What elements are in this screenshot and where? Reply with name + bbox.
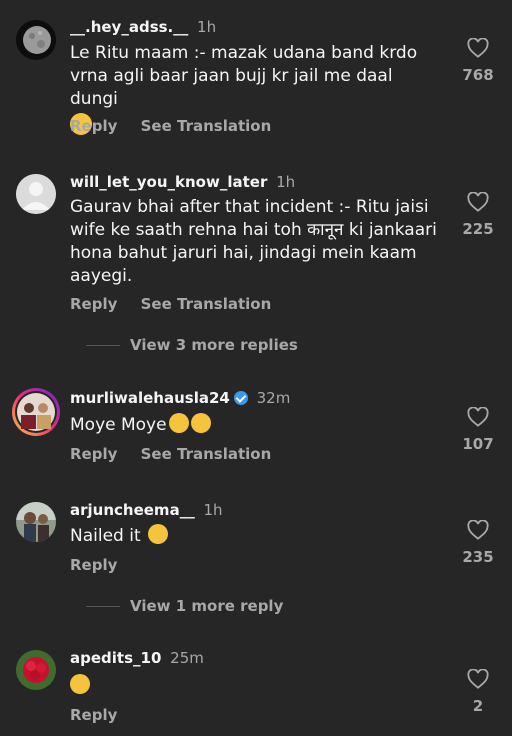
tears-of-joy-icon [70,674,90,694]
comment-header: apedits_10 25m [70,649,204,667]
moon-avatar[interactable] [16,20,56,60]
timestamp: 32m [256,389,291,407]
like-control: 2 [458,669,498,715]
story-ring-avatar[interactable] [12,388,60,436]
reply-button[interactable]: Reply [70,706,117,724]
reply-button[interactable]: Reply [70,445,117,463]
comment-item: arjuncheema__ 1h Nailed it Reply 235 Vie… [0,490,512,620]
comment-actions: Reply [70,556,135,574]
comment-item: will_let_you_know_later 1h Gaurav bhai a… [0,150,512,360]
crying-face-icon [190,413,211,433]
comment-header: murliwalehausla24 32m [70,389,290,407]
like-count: 235 [462,548,494,566]
comment-header: __.hey_adss.__ 1h [70,18,216,36]
reply-button[interactable]: Reply [70,117,117,135]
timestamp: 1h [276,173,296,191]
heart-icon[interactable] [467,669,489,689]
heart-icon[interactable] [467,38,489,58]
like-control: 107 [458,407,498,453]
comment-item: apedits_10 25m Reply 2 [0,640,512,736]
heart-icon[interactable] [467,192,489,212]
comment-actions: Reply See Translation [70,117,289,135]
username[interactable]: __.hey_adss.__ [70,18,188,36]
see-translation-button[interactable]: See Translation [141,117,272,135]
username[interactable]: apedits_10 [70,649,161,667]
comment-text: Moye Moye [70,413,440,437]
timestamp: 25m [170,649,204,667]
heart-icon[interactable] [467,407,489,427]
comment-actions: Reply See Translation [70,445,289,463]
tears-of-joy-icon [168,413,189,433]
like-count: 225 [462,220,494,238]
like-count: 768 [462,66,494,84]
like-control: 225 [458,192,498,238]
comment-actions: Reply See Translation [70,295,289,313]
divider-line [86,345,120,346]
reply-button[interactable]: Reply [70,556,117,574]
comment-item: __.hey_adss.__ 1h Le Ritu maam :- mazak … [0,0,512,150]
reply-button[interactable]: Reply [70,295,117,313]
verified-badge-icon [233,391,248,405]
flower-avatar[interactable] [16,650,56,690]
see-translation-button[interactable]: See Translation [141,295,272,313]
photo-avatar[interactable] [16,502,56,542]
comment-text: Nailed it [70,524,440,548]
default-avatar[interactable] [16,174,56,214]
comment-header: will_let_you_know_later 1h [70,173,295,191]
username[interactable]: murliwalehausla24 [70,389,230,407]
like-control: 235 [458,520,498,566]
timestamp: 1h [197,18,217,36]
like-count: 2 [472,697,484,715]
view-more-replies[interactable]: View 3 more replies [70,336,298,354]
like-count: 107 [462,435,494,453]
divider-line [86,606,120,607]
comment-actions: Reply [70,706,135,724]
comment-text [70,674,440,698]
like-control: 768 [458,38,498,84]
timestamp: 1h [203,501,223,519]
view-more-replies[interactable]: View 1 more reply [70,597,283,615]
username[interactable]: will_let_you_know_later [70,173,267,191]
tears-of-joy-icon [148,524,169,544]
username[interactable]: arjuncheema__ [70,501,195,519]
heart-icon[interactable] [467,520,489,540]
comment-text: Gaurav bhai after that incident :- Ritu … [70,197,437,286]
see-translation-button[interactable]: See Translation [141,445,272,463]
comment-item: murliwalehausla24 32m Moye Moye Reply Se… [0,380,512,480]
comment-header: arjuncheema__ 1h [70,501,223,519]
